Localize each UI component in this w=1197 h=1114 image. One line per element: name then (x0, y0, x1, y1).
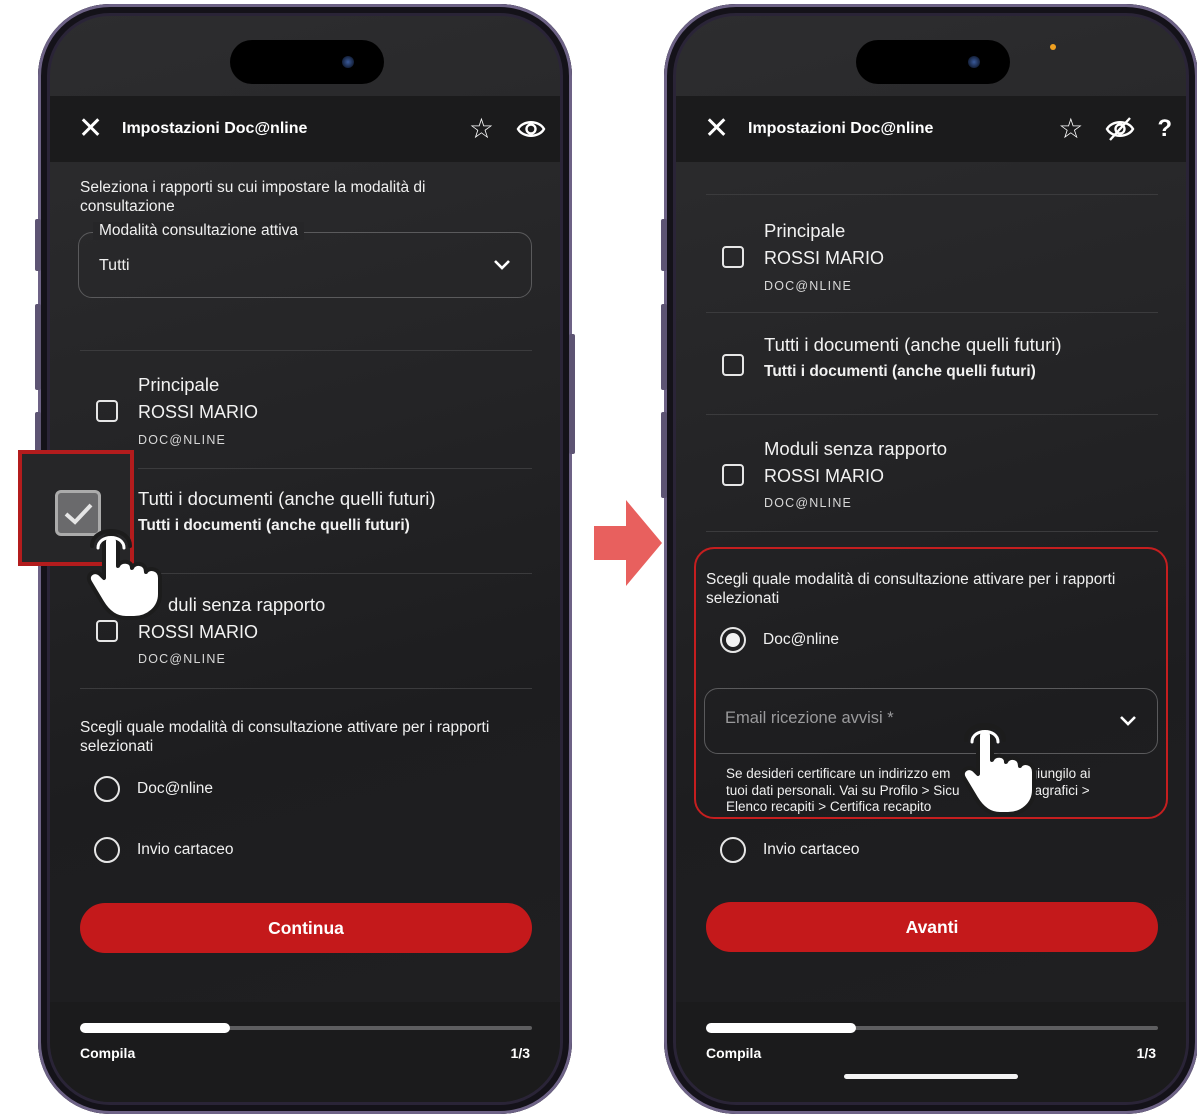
star-icon[interactable]: ☆ (469, 114, 494, 144)
highlight-box (694, 547, 1168, 819)
app-header: ✕ Impostazioni Doc@nline ☆ ? (676, 96, 1186, 162)
app-header: ✕ Impostazioni Doc@nline ☆ (50, 96, 560, 162)
select-legend: Modalità consultazione attiva (93, 222, 305, 240)
divider (138, 573, 532, 574)
item-subtitle: Tutti i documenti (anche quelli futuri) (138, 517, 410, 534)
eye-off-icon[interactable] (1105, 116, 1135, 142)
side-button (35, 219, 41, 271)
divider (706, 312, 1158, 313)
checkbox[interactable] (722, 464, 744, 486)
item-title: Moduli senza rapporto (764, 438, 948, 459)
item-holder: ROSSI MARIO (138, 402, 259, 422)
progress-fill (706, 1023, 856, 1033)
next-button[interactable]: Avanti (706, 902, 1158, 952)
close-icon[interactable]: ✕ (78, 114, 108, 144)
progress-footer: Compila 1/3 (676, 1002, 1186, 1102)
camera-icon (342, 56, 354, 68)
arrow-right-icon (594, 500, 662, 586)
dynamic-island (856, 40, 1010, 84)
checkbox[interactable] (722, 246, 744, 268)
progress-fill (80, 1023, 230, 1033)
item-holder: ROSSI MARIO (764, 248, 885, 268)
progress-bar (706, 1023, 1158, 1033)
item-title: Principale (138, 374, 220, 395)
radio-option-cartaceo[interactable]: Invio cartaceo (94, 836, 234, 864)
item-title: Tutti i documenti (anche quelli futuri) (138, 488, 436, 509)
star-icon[interactable]: ☆ (1058, 114, 1083, 144)
help-icon[interactable]: ? (1157, 114, 1172, 144)
page-title: Impostazioni Doc@nline (122, 120, 308, 137)
item-title: Tutti i documenti (anche quelli futuri) (764, 334, 1062, 355)
step-label: Compila (80, 1045, 136, 1061)
radio-button[interactable] (94, 837, 120, 863)
radio-label: Doc@nline (137, 780, 214, 797)
step-label: Compila (706, 1045, 762, 1061)
item-title: Principale (764, 220, 846, 241)
hand-pointer-icon (961, 723, 1036, 816)
divider (706, 531, 1158, 532)
radio-button[interactable] (720, 837, 746, 863)
step-count: 1/3 (510, 1045, 530, 1061)
radio-button[interactable] (94, 776, 120, 802)
hand-pointer-icon (87, 529, 162, 620)
item-mode: DOC@NLINE (138, 652, 227, 666)
checkbox[interactable] (722, 354, 744, 376)
camera-icon (968, 56, 980, 68)
side-button (661, 304, 667, 390)
privacy-indicator (1050, 44, 1056, 50)
radio-option-cartaceo[interactable]: Invio cartaceo (720, 836, 860, 864)
divider (138, 468, 532, 469)
page-title: Impostazioni Doc@nline (748, 120, 934, 137)
continue-button[interactable]: Continua (80, 903, 532, 953)
side-button (35, 304, 41, 390)
eye-icon[interactable] (516, 117, 546, 141)
item-holder: ROSSI MARIO (764, 466, 885, 486)
radio-option-doconline[interactable]: Doc@nline (94, 775, 213, 803)
divider (80, 350, 532, 351)
divider (706, 414, 1158, 415)
select-value: Tutti (99, 257, 130, 274)
chevron-down-icon (494, 260, 510, 270)
close-icon[interactable]: ✕ (704, 114, 734, 144)
item-mode: DOC@NLINE (138, 433, 227, 447)
list-item-principale[interactable]: Principale ROSSI MARIO DOC@NLINE (722, 212, 1162, 316)
progress-footer: Compila 1/3 (50, 1002, 560, 1102)
item-mode: DOC@NLINE (764, 496, 853, 510)
side-button (569, 334, 575, 454)
item-holder: ROSSI MARIO (138, 622, 259, 642)
progress-bar (80, 1023, 532, 1033)
item-mode: DOC@NLINE (764, 279, 853, 293)
intro-text: Seleziona i rapporti su cui impostare la… (80, 179, 426, 215)
radio-label: Invio cartaceo (137, 841, 234, 858)
dynamic-island (230, 40, 384, 84)
list-item-principale[interactable]: Principale ROSSI MARIO DOC@NLINE (96, 366, 536, 470)
item-title: duli senza rapporto (168, 594, 326, 615)
side-button (661, 219, 667, 271)
checkbox[interactable] (96, 400, 118, 422)
list-item-moduli[interactable]: Moduli senza rapporto ROSSI MARIO DOC@NL… (722, 430, 1162, 534)
consultation-mode-select[interactable]: Modalità consultazione attiva Tutti (78, 222, 532, 298)
side-button (661, 412, 667, 498)
divider (706, 194, 1158, 195)
checkbox[interactable] (96, 620, 118, 642)
mode-question: Scegli quale modalità di consultazione a… (80, 719, 490, 755)
item-subtitle: Tutti i documenti (anche quelli futuri) (764, 363, 1036, 380)
divider (80, 688, 532, 689)
step-count: 1/3 (1136, 1045, 1156, 1061)
radio-label: Invio cartaceo (763, 841, 860, 858)
home-indicator (844, 1074, 1018, 1079)
